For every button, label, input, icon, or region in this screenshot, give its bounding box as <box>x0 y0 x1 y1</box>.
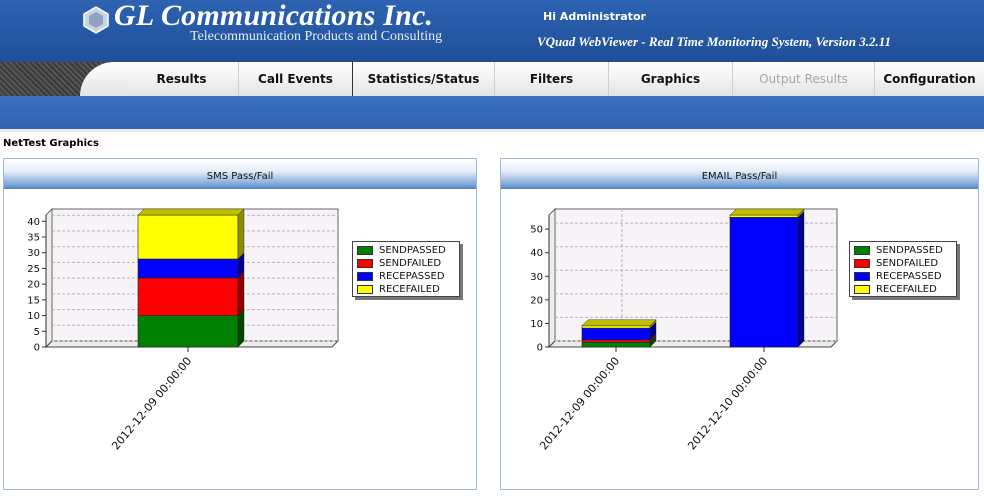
x-tick-label: 2012-12-09 00:00:00 <box>537 355 622 453</box>
nav-graphics[interactable]: Graphics <box>609 62 733 96</box>
y-tick-label: 15 <box>27 295 40 306</box>
sms-chart-panel: SMS Pass/Fail 0 5 10 15 20 25 30 35 40 2012-12-09… <box>3 158 477 490</box>
bar-segment-sendfailed <box>137 277 239 316</box>
bar-side-recepassed <box>797 210 805 348</box>
nav-output-results: Output Results <box>733 62 875 96</box>
legend-swatch <box>854 246 870 255</box>
bar-segment-recefailed <box>581 325 651 329</box>
bar-segment-recepassed <box>137 258 239 279</box>
main-nav: Results Call Events Statistics/Status Fi… <box>0 62 984 96</box>
bar-side-sendpassed <box>237 309 245 348</box>
header-band <box>0 96 984 132</box>
y-tick-label: 20 <box>27 280 40 291</box>
legend-item-sendpassed: SENDPASSED <box>854 244 956 257</box>
legend-swatch <box>357 246 373 255</box>
y-tick-label: 10 <box>530 319 543 330</box>
legend-label: RECEPASSED <box>379 271 445 282</box>
legend-item-recepassed: RECEPASSED <box>357 270 459 283</box>
legend-item-recepassed: RECEPASSED <box>854 270 956 283</box>
bar-side-sendfailed <box>237 271 245 317</box>
bar-segment-recepassed <box>581 327 651 341</box>
legend-item-recefailed: RECEFAILED <box>854 283 956 296</box>
legend-swatch <box>854 259 870 268</box>
sms-legend: SENDPASSED SENDFAILED RECEPASSED RECEFAILED <box>352 241 460 297</box>
brand-subtitle: Telecommunication Products and Consultin… <box>190 29 443 44</box>
y-tick-label: 25 <box>27 264 40 275</box>
x-tick-label: 2012-12-09 00:00:00 <box>109 355 194 453</box>
legend-label: RECEFAILED <box>379 284 440 295</box>
legend-swatch <box>357 272 373 281</box>
y-tick-label: 10 <box>27 311 40 322</box>
bar-top <box>137 208 245 216</box>
legend-label: SENDPASSED <box>876 245 943 256</box>
gl-logo-icon <box>83 6 109 34</box>
legend-label: SENDPASSED <box>379 245 446 256</box>
legend-item-sendfailed: SENDFAILED <box>357 257 459 270</box>
page-title: NetTest Graphics <box>3 138 99 149</box>
y-tick-label: 0 <box>537 343 543 354</box>
legend-item-sendfailed: SENDFAILED <box>854 257 956 270</box>
y-tick-label: 5 <box>34 327 40 338</box>
legend-item-sendpassed: SENDPASSED <box>357 244 459 257</box>
y-tick-label: 0 <box>34 343 40 354</box>
nav-call-events[interactable]: Call Events <box>239 62 353 96</box>
bar-segment-sendpassed <box>137 315 239 348</box>
bar-segment-recefailed <box>137 214 239 260</box>
sms-chart-title: SMS Pass/Fail <box>4 159 476 189</box>
nav-items: Results Call Events Statistics/Status Fi… <box>125 62 984 96</box>
legend-swatch <box>357 285 373 294</box>
legend-swatch <box>854 285 870 294</box>
chart-side-wall <box>45 207 53 349</box>
y-tick-label: 30 <box>27 248 40 259</box>
nav-results[interactable]: Results <box>125 62 239 96</box>
bar-segment-sendfailed <box>581 339 651 343</box>
y-tick-label: 30 <box>530 272 543 283</box>
bar-segment-recepassed <box>729 217 799 348</box>
legend-label: RECEPASSED <box>876 271 942 282</box>
bar-segment-recefailed <box>729 214 799 218</box>
legend-item-recefailed: RECEFAILED <box>357 283 459 296</box>
bar-segment-sendpassed <box>581 341 651 348</box>
y-tick-label: 35 <box>27 233 40 244</box>
legend-swatch <box>854 272 870 281</box>
app-header: GL Communications Inc. Telecommunication… <box>0 0 984 62</box>
x-tick-label: 2012-12-10 00:00:00 <box>685 355 770 453</box>
legend-swatch <box>357 259 373 268</box>
email-chart: 0 10 20 30 40 50 2012-12-09 00:00:00 2012-12-10… <box>530 207 839 453</box>
chart-side-wall <box>548 207 556 349</box>
legend-label: SENDFAILED <box>379 258 442 269</box>
bar-side-recefailed <box>237 208 245 260</box>
nav-filters[interactable]: Filters <box>495 62 609 96</box>
email-chart-title: EMAIL Pass/Fail <box>501 159 978 189</box>
nav-statistics-status[interactable]: Statistics/Status <box>353 62 495 96</box>
bar-top <box>729 208 805 216</box>
email-chart-panel: EMAIL Pass/Fail 0 10 20 30 40 50 2012-12-09 00… <box>500 158 979 490</box>
legend-label: RECEFAILED <box>876 284 937 295</box>
bar-top <box>581 319 657 326</box>
y-tick-label: 40 <box>530 248 543 259</box>
app-version-title: VQuad WebViewer - Real Time Monitoring S… <box>537 34 892 49</box>
y-tick-label: 20 <box>530 295 543 306</box>
sms-chart: 0 5 10 15 20 25 30 35 40 2012-12-09 00:00:00 <box>27 207 340 453</box>
email-legend: SENDPASSED SENDFAILED RECEPASSED RECEFAILED <box>849 241 957 297</box>
y-tick-label: 50 <box>530 225 543 236</box>
nav-configuration[interactable]: Configuration <box>875 62 984 96</box>
y-tick-label: 40 <box>27 217 40 228</box>
user-greeting: Hi Administrator <box>543 10 646 23</box>
legend-label: SENDFAILED <box>876 258 939 269</box>
